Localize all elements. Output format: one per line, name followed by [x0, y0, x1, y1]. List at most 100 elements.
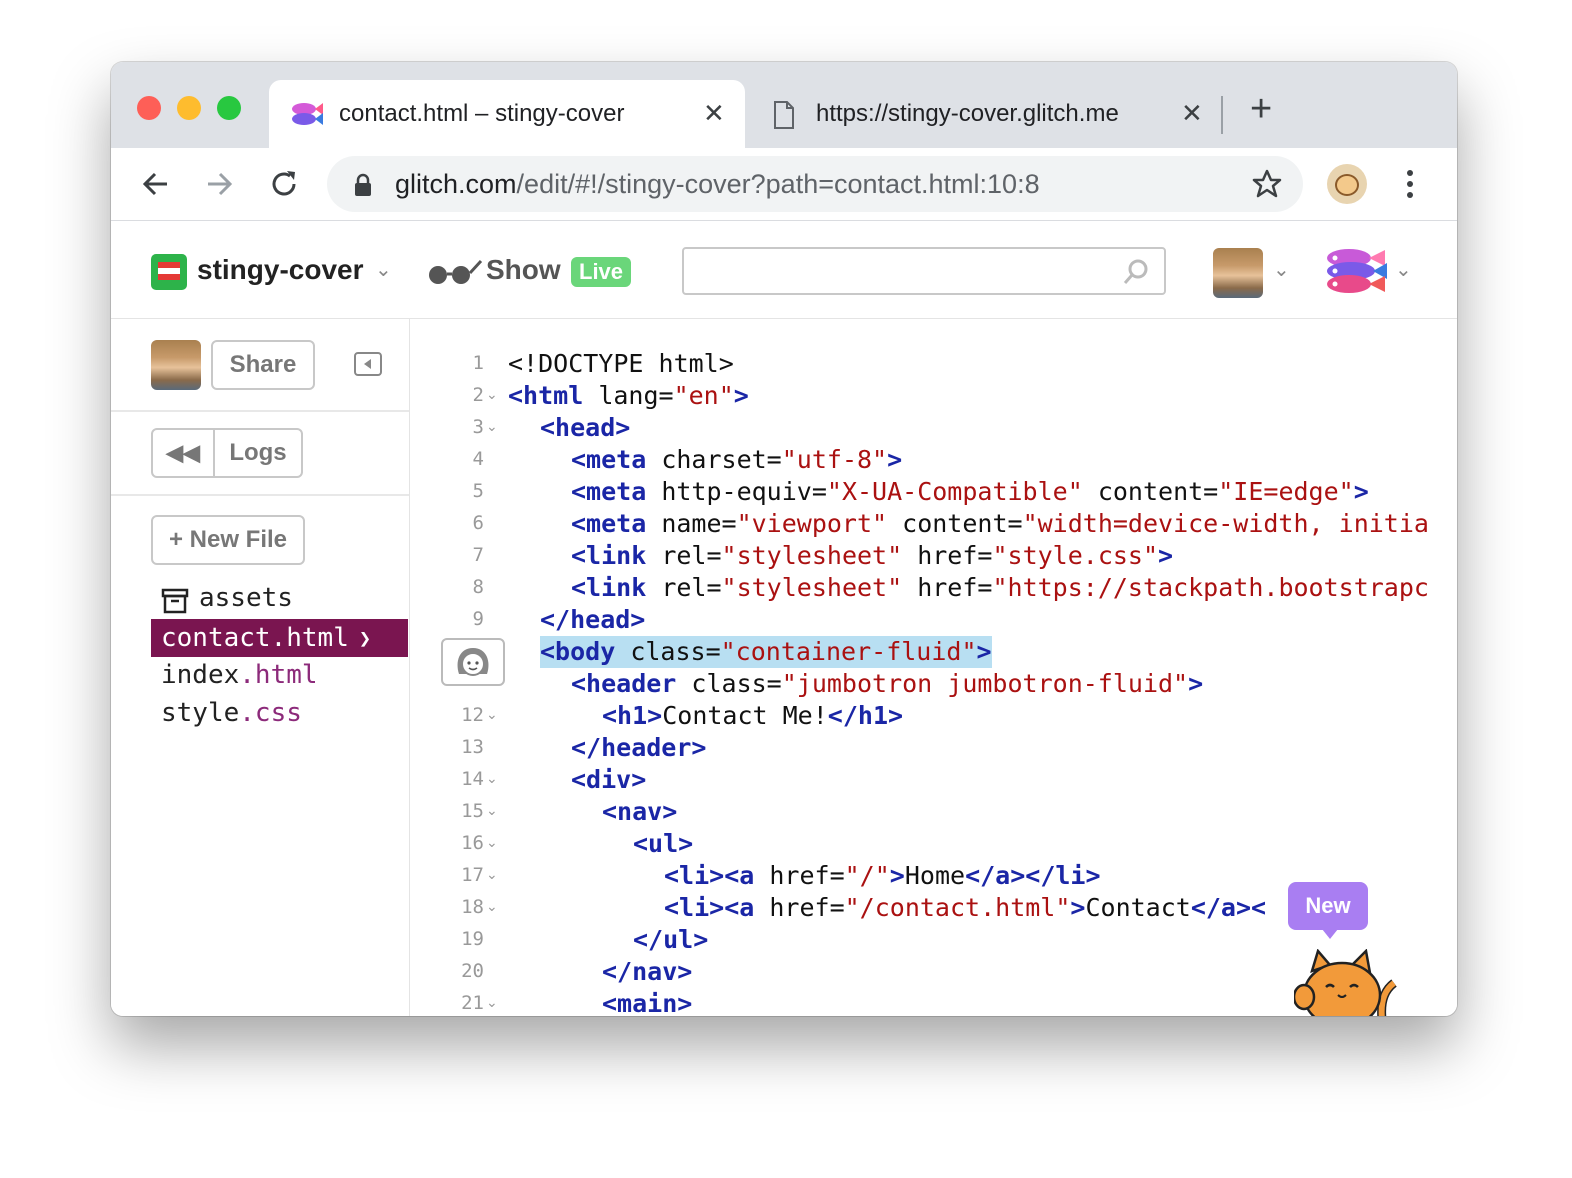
file-name: index — [161, 660, 240, 690]
close-tab-icon[interactable]: ✕ — [703, 98, 725, 129]
file-name: assets — [199, 583, 293, 613]
collaborator-avatar[interactable] — [151, 340, 201, 390]
logs-label: Logs — [229, 439, 287, 466]
fold-chevron-icon[interactable]: ⌄ — [486, 386, 498, 403]
girl-face-icon — [457, 648, 489, 676]
minimize-window-button[interactable] — [177, 96, 201, 120]
line-number: 17 — [461, 864, 484, 886]
cat-mascot-icon[interactable] — [1294, 949, 1398, 1016]
fold-chevron-icon[interactable]: ⌄ — [486, 834, 498, 851]
address-bar[interactable]: glitch.com/edit/#!/stingy-cover?path=con… — [327, 156, 1303, 212]
new-tab-button[interactable]: + — [1250, 88, 1272, 131]
collaborator-cursor-badge[interactable] — [441, 638, 505, 686]
fold-chevron-icon[interactable]: ⌄ — [486, 706, 498, 723]
user-avatar[interactable] — [1213, 248, 1263, 298]
collapse-sidebar-icon[interactable] — [354, 352, 382, 376]
dog-icon — [1335, 174, 1359, 196]
file-ext: .html — [239, 660, 318, 690]
line-number: 20 — [461, 960, 484, 982]
fold-chevron-icon[interactable]: ⌄ — [486, 866, 498, 883]
archive-box-icon — [161, 588, 189, 614]
fold-chevron-icon[interactable]: ⌄ — [486, 770, 498, 787]
line-number: 14 — [461, 768, 484, 790]
file-style-css[interactable]: style.css — [161, 698, 302, 728]
live-badge: Live — [571, 257, 632, 287]
browser-toolbar: glitch.com/edit/#!/stingy-cover?path=con… — [111, 148, 1457, 221]
tab-divider — [1221, 96, 1223, 134]
chevron-down-icon[interactable]: ❯ — [359, 619, 371, 657]
fold-chevron-icon[interactable]: ⌄ — [486, 418, 498, 435]
line-number: 7 — [472, 544, 484, 566]
line-number: 8 — [472, 576, 484, 598]
fold-chevron-icon[interactable]: ⌄ — [486, 898, 498, 915]
search-input[interactable] — [682, 247, 1166, 295]
line-number: 2 — [472, 384, 484, 406]
search-icon — [1123, 259, 1148, 284]
chevron-down-icon[interactable]: ⌄ — [375, 257, 392, 282]
line-number: 5 — [472, 480, 484, 502]
line-number: 19 — [461, 928, 484, 950]
sidebar: Share ◀◀ Logs + New File assets contact.… — [111, 319, 410, 1016]
back-icon[interactable] — [141, 169, 171, 199]
tab-strip: contact.html – stingy-cover ✕ https://st… — [111, 62, 1457, 148]
line-number: 12 — [461, 704, 484, 726]
tab-title: https://stingy-cover.glitch.me — [816, 100, 1119, 127]
chevron-down-icon[interactable]: ⌄ — [1273, 257, 1290, 282]
line-number: 9 — [472, 608, 484, 630]
line-number: 3 — [472, 416, 484, 438]
forward-icon[interactable] — [204, 169, 234, 199]
line-number: 6 — [472, 512, 484, 534]
fold-chevron-icon[interactable]: ⌄ — [486, 802, 498, 819]
close-tab-icon[interactable]: ✕ — [1181, 98, 1203, 129]
close-window-button[interactable] — [137, 96, 161, 120]
chevron-down-icon[interactable]: ⌄ — [1395, 257, 1412, 282]
zoom-window-button[interactable] — [217, 96, 241, 120]
rewind-icon: ◀◀ — [166, 440, 200, 465]
share-button[interactable]: Share — [211, 340, 315, 390]
tab-stingy-cover-site[interactable]: https://stingy-cover.glitch.me ✕ — [761, 80, 1221, 148]
browser-window: contact.html – stingy-cover ✕ https://st… — [111, 62, 1457, 1016]
line-number: 1 — [472, 352, 484, 374]
tab-contact-html[interactable]: contact.html – stingy-cover ✕ — [269, 80, 745, 148]
lock-icon — [355, 173, 371, 196]
logs-button[interactable]: Logs — [213, 428, 303, 478]
new-file-button[interactable]: + New File — [151, 515, 305, 565]
new-feature-badge[interactable]: New — [1288, 882, 1368, 939]
line-number: 18 — [461, 896, 484, 918]
url-text: glitch.com/edit/#!/stingy-cover?path=con… — [395, 169, 1040, 200]
new-file-label: + New File — [168, 526, 288, 553]
line-number: 15 — [461, 800, 484, 822]
line-number: 16 — [461, 832, 484, 854]
sidebar-divider — [111, 410, 409, 412]
glitch-fish-icon — [292, 103, 323, 125]
bookmark-star-icon[interactable] — [1252, 169, 1282, 199]
file-index-html[interactable]: index.html — [161, 660, 318, 690]
project-logo-icon — [151, 254, 187, 290]
sunglasses-icon — [429, 259, 483, 284]
fold-chevron-icon[interactable]: ⌄ — [486, 994, 498, 1011]
file-name: style — [161, 698, 240, 728]
page-icon — [774, 101, 794, 129]
project-name[interactable]: stingy-cover — [197, 254, 364, 286]
show-button[interactable]: Show — [486, 254, 561, 286]
url-host: glitch.com — [395, 169, 517, 199]
code-editor[interactable]: 1 2 ⌄ 3 ⌄ 4 5 6 7 8 9 12 ⌄ 13 14 ⌄ 15 ⌄ 16 ⌄ 17 ⌄ 18 ⌄ 19 20 21 ⌄ <… — [410, 319, 1457, 1016]
line-number: 4 — [472, 448, 484, 470]
file-ext: .html — [270, 623, 349, 653]
sidebar-divider — [111, 494, 409, 496]
file-contact-html[interactable]: contact.html ❯ — [151, 619, 408, 657]
menu-kebab-icon[interactable] — [1407, 170, 1413, 198]
file-name: contact — [161, 623, 271, 653]
glitch-fish-logo-icon[interactable] — [1323, 246, 1387, 296]
tab-title: contact.html – stingy-cover — [339, 100, 625, 127]
file-ext: .css — [239, 698, 302, 728]
line-number: 21 — [461, 992, 484, 1014]
glitch-header: stingy-cover ⌄ Show Live ⌄ ⌄ — [111, 221, 1457, 319]
url-path: /edit/#!/stingy-cover?path=contact.html:… — [516, 169, 1040, 199]
line-number: 13 — [461, 736, 484, 758]
share-label: Share — [229, 351, 297, 378]
profile-avatar[interactable] — [1327, 164, 1367, 204]
reload-icon[interactable] — [269, 169, 299, 199]
new-badge-label: New — [1305, 893, 1351, 918]
rewind-button[interactable]: ◀◀ — [151, 428, 215, 478]
